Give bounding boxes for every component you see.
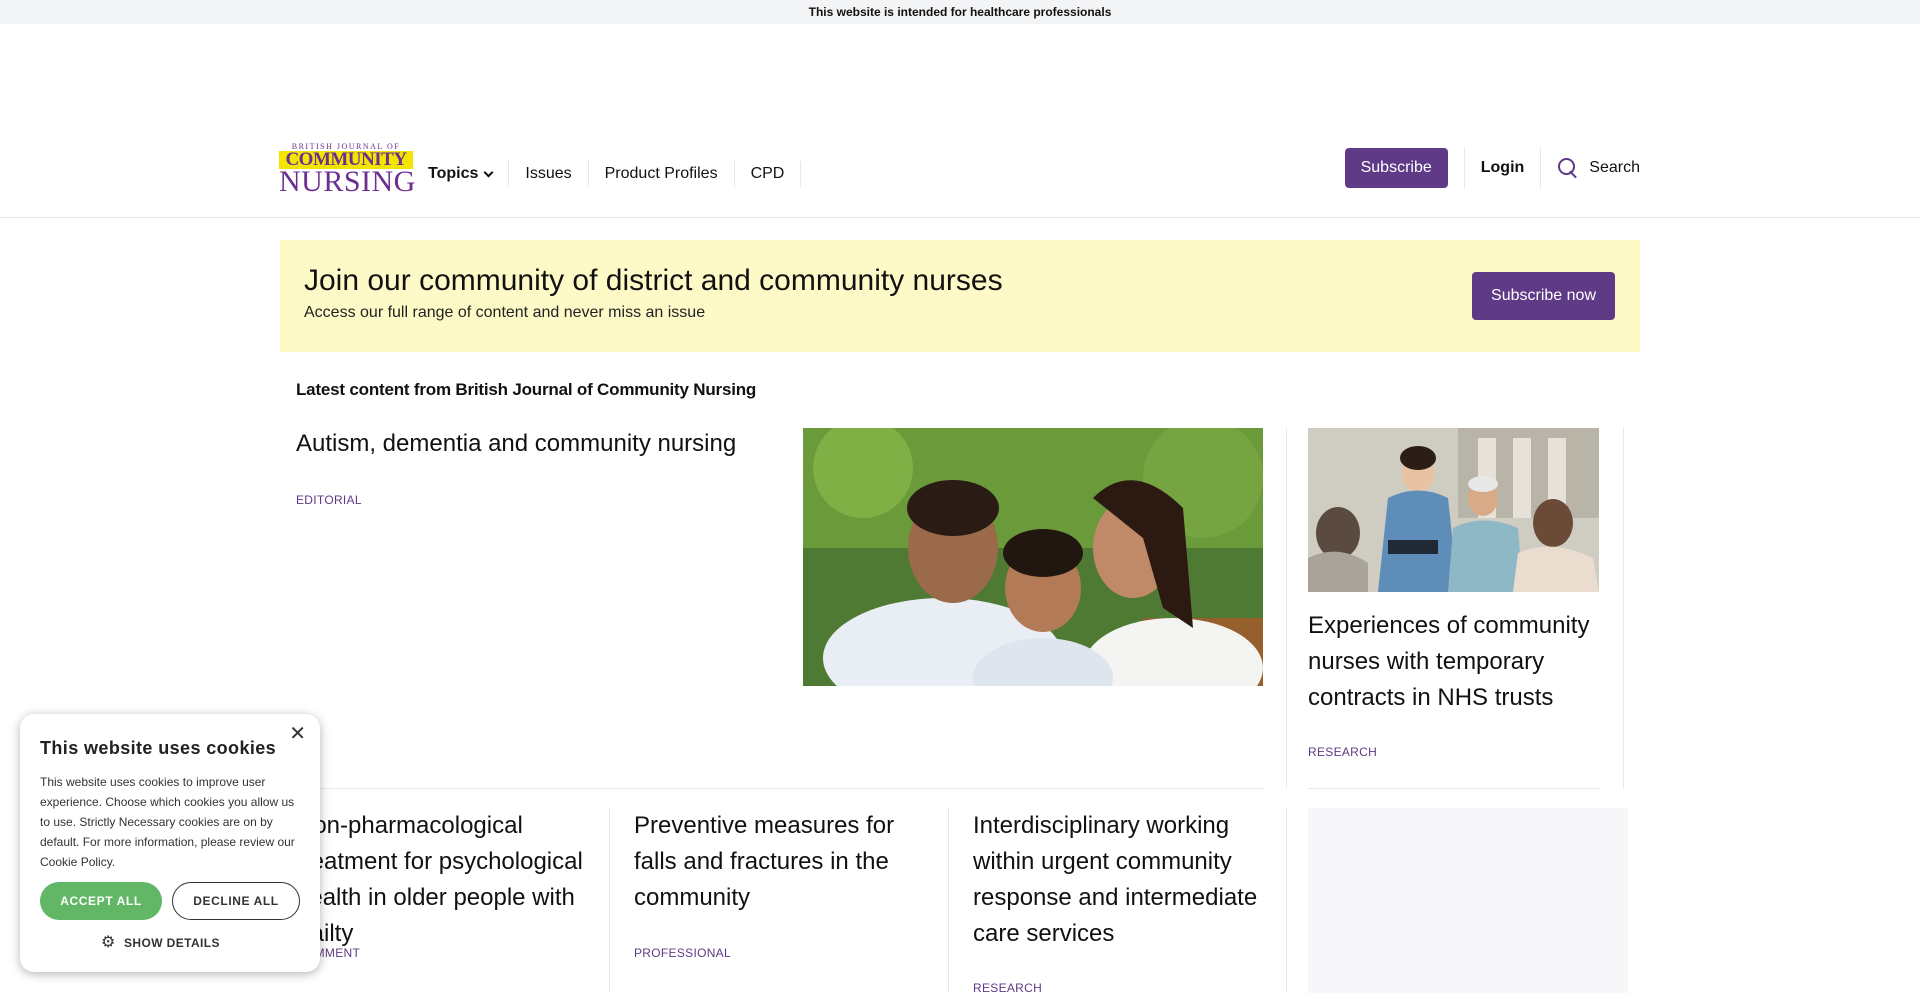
nurse-consultation-photo[interactable] (1308, 428, 1599, 592)
article-card-title[interactable]: Interdisciplinary working within urgent … (973, 808, 1263, 952)
featured-article-tag[interactable]: EDITORIAL (296, 493, 362, 507)
site-header: BRITISH JOURNAL OF COMMUNITY NURSING Top… (0, 130, 1920, 218)
content-placeholder (1308, 808, 1628, 993)
latest-content-heading: Latest content from British Journal of C… (296, 380, 757, 399)
nav-item-label: Issues (525, 165, 572, 182)
logo-line-3: NURSING (279, 165, 416, 198)
search-icon (1557, 157, 1579, 179)
header-actions: Subscribe Login Search (1344, 148, 1640, 188)
nurse-consultation-image (1308, 428, 1599, 592)
promo-title: Join our community of district and commu… (304, 264, 1003, 297)
row-divider (296, 788, 1263, 789)
accept-all-button[interactable]: ACCEPT ALL (40, 882, 162, 920)
subscribe-now-button[interactable]: Subscribe now (1472, 272, 1615, 320)
site-logo[interactable]: BRITISH JOURNAL OF COMMUNITY NURSING (279, 142, 416, 198)
nav-item-topics[interactable]: Topics (412, 161, 510, 187)
subscribe-button[interactable]: Subscribe (1344, 148, 1448, 188)
family-photo[interactable] (803, 428, 1263, 686)
featured-article-title[interactable]: Autism, dementia and community nursing (296, 430, 736, 458)
article-card-title[interactable]: Non-pharmacological treatment for psycho… (296, 808, 596, 952)
chevron-down-icon (483, 167, 494, 177)
promo-subtitle: Access our full range of content and nev… (304, 304, 706, 321)
side-article-tag[interactable]: RESEARCH (1308, 745, 1377, 759)
decline-all-button[interactable]: DECLINE ALL (172, 882, 300, 920)
nav-item-label: CPD (750, 165, 785, 182)
article-card-tag[interactable]: RESEARCH (973, 981, 1042, 993)
gear-icon (101, 932, 116, 952)
cookie-dialog-title: This website uses cookies (40, 738, 277, 758)
column-divider (948, 808, 949, 993)
show-details-label: SHOW DETAILS (124, 936, 220, 950)
healthcare-notice-text: This website is intended for healthcare … (808, 5, 1112, 19)
nav-item-cpd[interactable]: CPD (735, 161, 802, 187)
main-nav: Topics Issues Product Profiles CPD (412, 152, 802, 196)
side-article-title[interactable]: Experiences of community nurses with tem… (1308, 608, 1598, 716)
article-card-tag[interactable]: PROFESSIONAL (634, 946, 731, 960)
healthcare-notice-bar: This website is intended for healthcare … (0, 0, 1920, 24)
show-details-button[interactable]: SHOW DETAILS (101, 932, 220, 952)
nav-item-label: Product Profiles (604, 165, 718, 182)
column-divider (1286, 808, 1287, 993)
cookie-dialog-body: This website uses cookies to improve use… (40, 775, 295, 869)
nav-item-issues[interactable]: Issues (509, 161, 589, 187)
row-divider (1308, 788, 1599, 789)
search-button[interactable]: Search (1541, 157, 1640, 179)
article-card-title[interactable]: Preventive measures for falls and fractu… (634, 808, 934, 916)
family-photo-image (803, 428, 1263, 686)
column-divider (609, 808, 610, 993)
nav-item-label: Topics (428, 165, 479, 182)
column-divider (1286, 428, 1287, 788)
login-link[interactable]: Login (1465, 159, 1541, 177)
close-icon[interactable]: ✕ (289, 724, 306, 744)
subscribe-promo-banner: Join our community of district and commu… (280, 240, 1640, 352)
column-divider (1623, 428, 1624, 788)
cookie-consent-dialog: This website uses cookies ✕ This website… (20, 714, 320, 972)
search-label: Search (1589, 159, 1640, 176)
nav-item-product-profiles[interactable]: Product Profiles (589, 161, 735, 187)
